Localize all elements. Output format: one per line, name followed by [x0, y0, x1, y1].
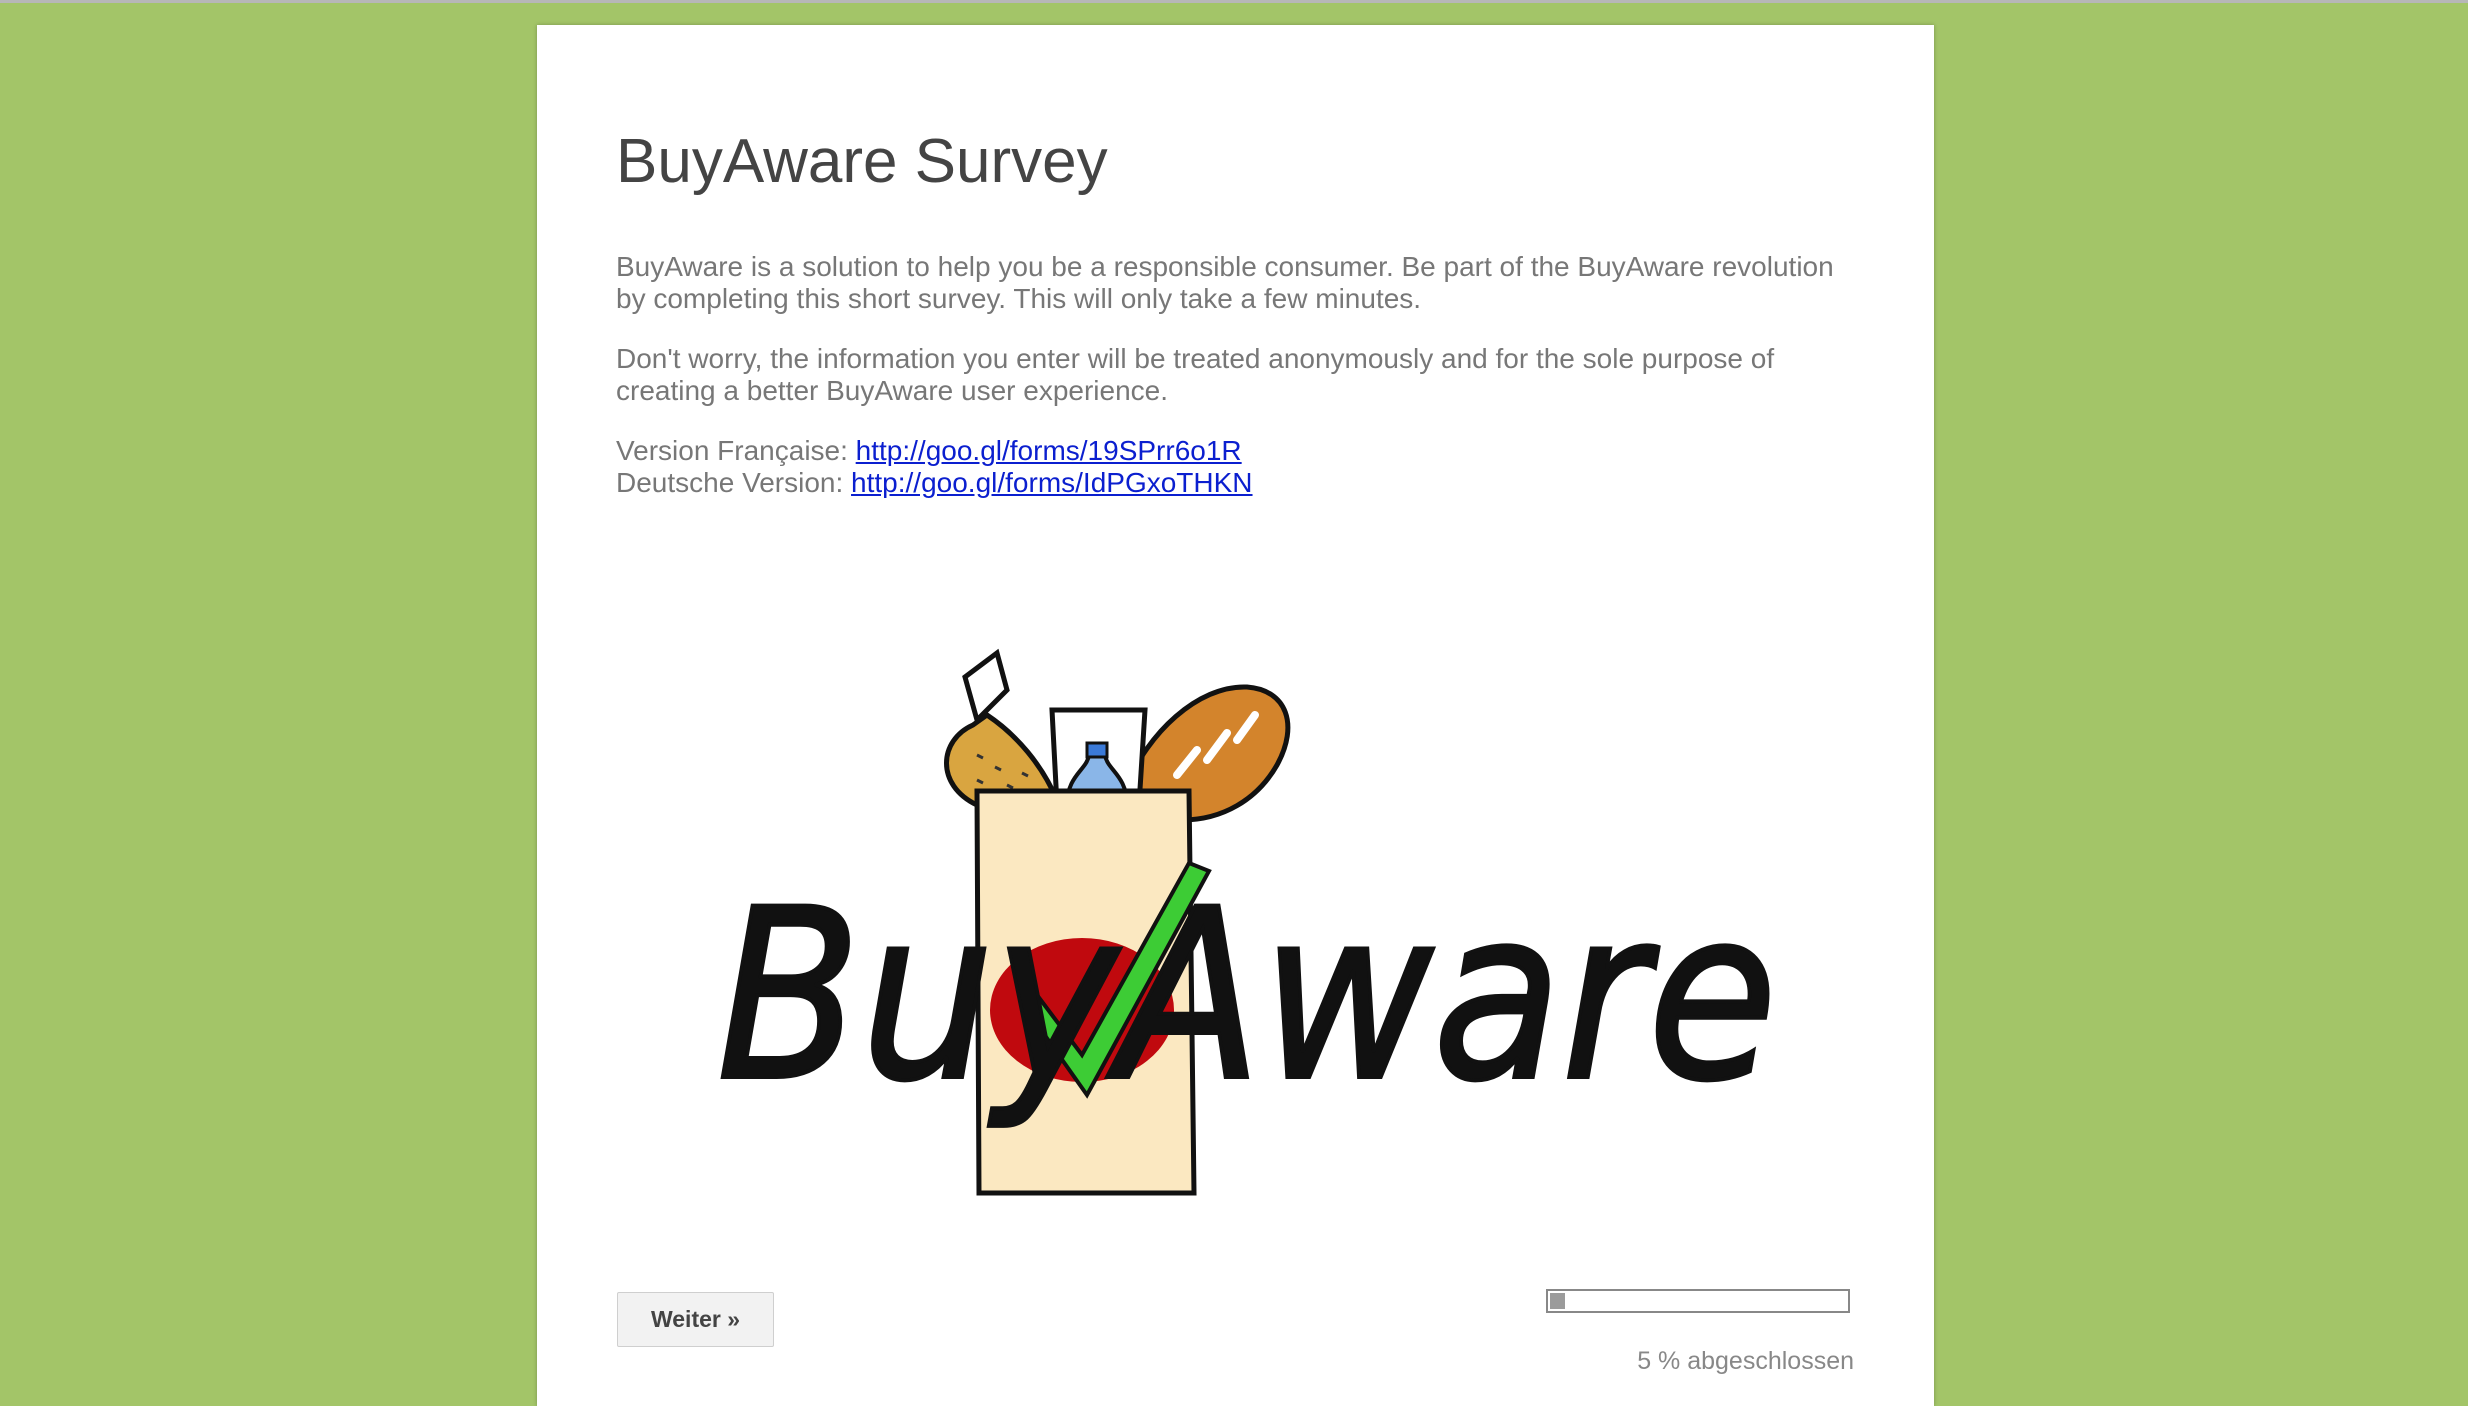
survey-title: BuyAware Survey — [616, 127, 1108, 196]
progress-label: 5 % abgeschlossen — [1637, 1347, 1854, 1375]
survey-card: BuyAware Survey BuyAware is a solution t… — [537, 25, 1934, 1406]
french-version-link[interactable]: http://goo.gl/forms/19SPrr6o1R — [856, 435, 1242, 466]
french-version-label: Version Française: — [616, 435, 856, 466]
progress-bar — [1546, 1289, 1850, 1313]
survey-intro: BuyAware is a solution to help you be a … — [616, 251, 1834, 314]
buyaware-logo: BuyAware — [715, 648, 1779, 1196]
german-version-label: Deutsche Version: — [616, 467, 852, 498]
progress-bar-fill — [1550, 1293, 1565, 1309]
language-versions: Version Française: http://goo.gl/forms/1… — [616, 435, 1866, 499]
privacy-note: Don't worry, the information you enter w… — [616, 343, 1775, 406]
chicken-leg-icon — [962, 648, 1010, 725]
german-version-link[interactable]: http://goo.gl/forms/IdPGxoTHKN — [851, 467, 1253, 498]
next-button[interactable]: Weiter » — [617, 1292, 774, 1347]
top-border — [0, 0, 2468, 3]
logo-text: BuyAware — [717, 860, 1777, 1133]
